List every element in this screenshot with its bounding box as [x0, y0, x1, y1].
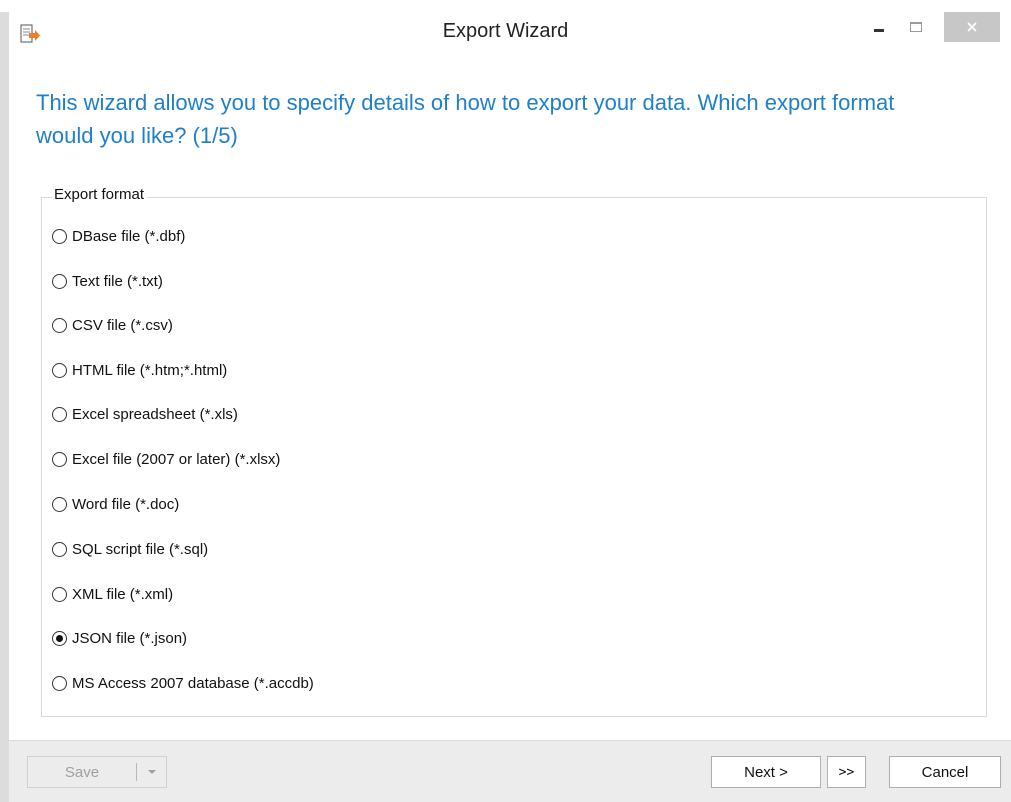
- radio-label: CSV file (*.csv): [72, 316, 173, 334]
- export-wizard-window: Export Wizard This wizard allows you to …: [0, 0, 1011, 802]
- radio-option-accdb[interactable]: MS Access 2007 database (*.accdb): [52, 671, 314, 695]
- radio-label: Excel file (2007 or later) (*.xlsx): [72, 450, 281, 468]
- window-top-strip: [0, 0, 1011, 12]
- window-title: Export Wizard: [442, 20, 569, 42]
- export-format-group-label: Export format: [52, 186, 148, 203]
- radio-option-xml[interactable]: XML file (*.xml): [52, 582, 173, 606]
- radio-option-csv[interactable]: CSV file (*.csv): [52, 313, 173, 337]
- radio-label: Text file (*.txt): [72, 272, 163, 290]
- radio-label: JSON file (*.json): [72, 629, 188, 647]
- radio-option-xls[interactable]: Excel spreadsheet (*.xls): [52, 402, 238, 426]
- cancel-button[interactable]: Cancel: [889, 756, 1001, 788]
- save-split-button[interactable]: Save: [27, 756, 167, 788]
- window-left-edge: [0, 0, 9, 802]
- radio-label: XML file (*.xml): [72, 585, 174, 603]
- radio-option-json[interactable]: JSON file (*.json): [52, 626, 187, 650]
- save-button[interactable]: Save: [28, 764, 136, 781]
- radio-button[interactable]: [52, 273, 67, 289]
- save-dropdown-button[interactable]: [137, 769, 166, 775]
- radio-button[interactable]: [52, 496, 67, 512]
- radio-option-xlsx[interactable]: Excel file (2007 or later) (*.xlsx): [52, 447, 280, 471]
- radio-button[interactable]: [52, 406, 67, 422]
- skip-to-end-button[interactable]: >>: [827, 756, 866, 788]
- radio-button[interactable]: [52, 541, 67, 557]
- next-button[interactable]: Next >: [711, 756, 821, 788]
- radio-button[interactable]: [52, 317, 67, 333]
- maximize-button[interactable]: [900, 12, 932, 42]
- radio-option-sql[interactable]: SQL script file (*.sql): [52, 537, 208, 561]
- minimize-icon: [874, 29, 884, 32]
- radio-option-text[interactable]: Text file (*.txt): [52, 269, 163, 293]
- close-button[interactable]: [944, 12, 1000, 42]
- radio-option-doc[interactable]: Word file (*.doc): [52, 492, 179, 516]
- radio-label: Excel spreadsheet (*.xls): [72, 405, 238, 423]
- radio-button[interactable]: [52, 675, 67, 691]
- radio-option-dbase[interactable]: DBase file (*.dbf): [52, 224, 185, 248]
- radio-button[interactable]: [52, 362, 67, 378]
- radio-option-html[interactable]: HTML file (*.htm;*.html): [52, 358, 227, 382]
- close-icon: [967, 22, 977, 32]
- radio-button-selected[interactable]: [52, 630, 67, 646]
- radio-label: Word file (*.doc): [72, 495, 180, 513]
- radio-button[interactable]: [52, 586, 67, 602]
- radio-label: HTML file (*.htm;*.html): [72, 361, 228, 379]
- wizard-heading: This wizard allows you to specify detail…: [36, 90, 895, 148]
- radio-label: SQL script file (*.sql): [72, 540, 209, 558]
- chevron-down-icon: [147, 770, 156, 774]
- radio-button[interactable]: [52, 451, 67, 467]
- minimize-button[interactable]: [861, 12, 897, 42]
- radio-button[interactable]: [52, 228, 67, 244]
- maximize-icon: [910, 22, 922, 32]
- radio-label: DBase file (*.dbf): [72, 227, 186, 245]
- radio-label: MS Access 2007 database (*.accdb): [72, 674, 314, 692]
